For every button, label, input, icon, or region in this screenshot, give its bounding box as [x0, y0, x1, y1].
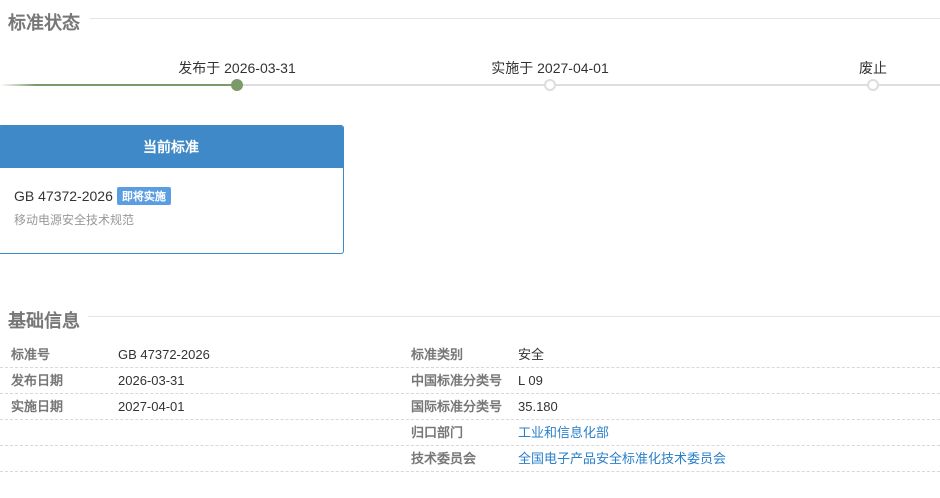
table-row: 标准号 GB 47372-2026 标准类别 安全 — [0, 342, 940, 368]
label: 标准类别 — [411, 347, 464, 362]
timeline-label-implemented: 实施于 2027-04-01 — [491, 60, 609, 76]
value: 2026-03-31 — [118, 373, 185, 388]
status-section-title: 标准状态 — [8, 13, 80, 33]
divider — [88, 316, 940, 317]
label: 中国标准分类号 — [411, 373, 503, 388]
timeline-progress — [0, 84, 237, 86]
label: 标准号 — [11, 347, 51, 362]
table-row: 实施日期 2027-04-01 国际标准分类号 35.180 — [0, 394, 940, 420]
timeline-dot-implemented — [544, 79, 556, 91]
timeline-label-published: 发布于 2026-03-31 — [178, 60, 296, 76]
value: L 09 — [518, 373, 543, 388]
department-link[interactable]: 工业和信息化部 — [518, 420, 609, 446]
current-standard-card[interactable]: 当前标准 GB 47372-2026 即将实施 移动电源安全技术规范 — [0, 125, 344, 254]
label: 归口部门 — [411, 425, 464, 440]
label: 国际标准分类号 — [411, 399, 503, 414]
committee-link[interactable]: 全国电子产品安全标准化技术委员会 — [518, 446, 726, 472]
value: 安全 — [518, 347, 545, 362]
table-row: 发布日期 2026-03-31 中国标准分类号 L 09 — [0, 368, 940, 394]
value: 2027-04-01 — [118, 399, 185, 414]
standard-name: 移动电源安全技术规范 — [14, 213, 135, 227]
table-row: 技术委员会 全国电子产品安全标准化技术委员会 — [0, 446, 940, 472]
info-section-title: 基础信息 — [8, 311, 80, 331]
timeline-dot-published — [231, 79, 243, 91]
divider — [90, 18, 940, 19]
value: 35.180 — [518, 399, 558, 414]
label: 发布日期 — [11, 373, 64, 388]
label: 技术委员会 — [411, 451, 477, 466]
timeline-label-abolished: 废止 — [859, 60, 887, 76]
value: GB 47372-2026 — [118, 347, 210, 362]
table-row: 归口部门 工业和信息化部 — [0, 420, 940, 446]
card-header: 当前标准 — [0, 126, 343, 168]
label: 实施日期 — [11, 399, 64, 414]
standard-code: GB 47372-2026 — [14, 188, 113, 204]
timeline-dot-abolished — [867, 79, 879, 91]
status-badge: 即将实施 — [116, 187, 171, 205]
